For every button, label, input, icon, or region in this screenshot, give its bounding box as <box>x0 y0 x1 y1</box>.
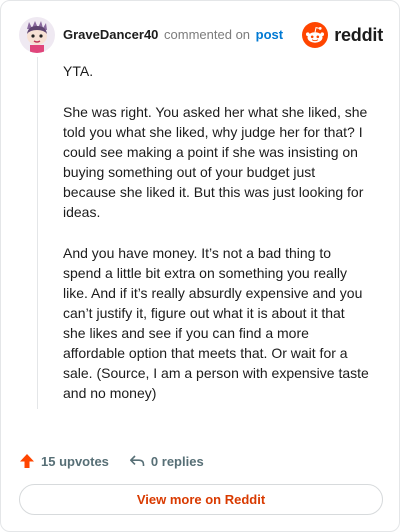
reddit-wordmark: reddit <box>334 24 383 45</box>
reply-icon <box>129 455 145 466</box>
upvote-count: 15 upvotes <box>41 453 109 469</box>
reddit-alien-icon <box>302 22 329 48</box>
reply-count: 0 replies <box>150 453 204 469</box>
comment-body: YTA. She was right. You asked her what s… <box>63 61 371 424</box>
comment-paragraph: And you have money. It’s not a bad thing… <box>63 245 369 401</box>
embedded-comment-card: GraveDancer40 commented on post reddit Y… <box>0 0 400 532</box>
reply-button[interactable]: 0 replies <box>129 453 204 469</box>
upvote-arrow-icon <box>20 454 34 468</box>
action-text: commented on <box>164 27 251 42</box>
upvote-button[interactable]: 15 upvotes <box>19 453 109 469</box>
avatar-illustration-icon <box>19 17 55 53</box>
post-link[interactable]: post <box>256 27 283 42</box>
username[interactable]: GraveDancer40 <box>63 27 158 42</box>
comment-actions: 15 upvotes 0 replies <box>19 451 204 471</box>
user-avatar[interactable] <box>19 17 55 53</box>
comment-paragraph: YTA. <box>63 63 94 79</box>
reddit-logo[interactable]: reddit <box>302 21 383 49</box>
comment-meta: GraveDancer40 commented on post <box>63 27 283 42</box>
thread-line <box>37 57 38 409</box>
comment-header: GraveDancer40 commented on post reddit <box>19 17 383 53</box>
comment-paragraph: She was right. You asked her what she li… <box>63 104 368 220</box>
view-more-button[interactable]: View more on Reddit <box>19 484 383 515</box>
